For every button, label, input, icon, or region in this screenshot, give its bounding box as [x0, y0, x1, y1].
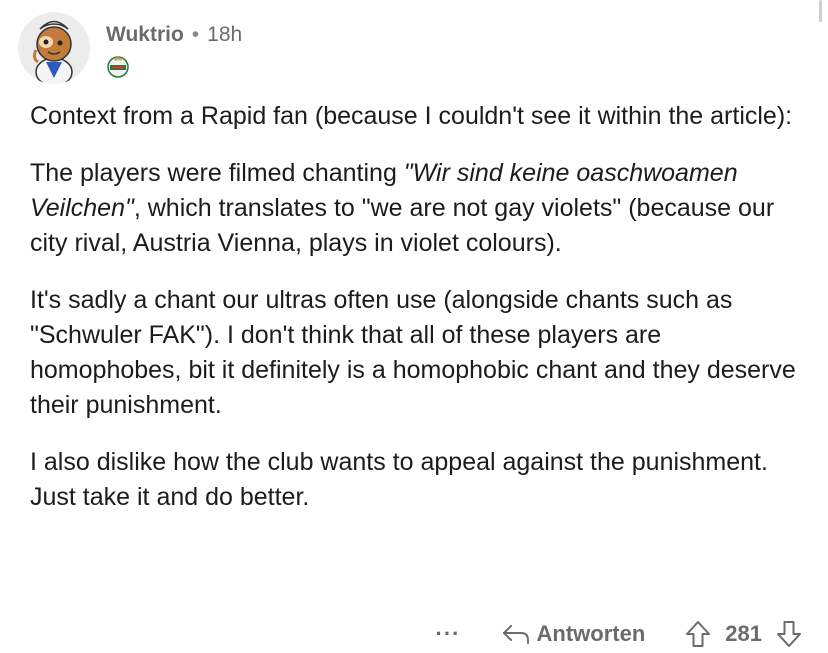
user-flair	[106, 54, 130, 78]
author-block: Wuktrio • 18h	[106, 22, 242, 78]
downvote-arrow-icon	[777, 621, 801, 647]
comment-body: Context from a Rapid fan (because I coul…	[30, 99, 810, 537]
vote-score: 281	[725, 621, 762, 646]
reply-arrow-icon	[502, 625, 529, 644]
comment-age: 18h	[207, 23, 243, 46]
rapid-crest-icon	[107, 55, 129, 78]
comment-header: Wuktrio • 18h	[18, 12, 242, 84]
snoo-avatar-icon	[18, 12, 90, 84]
meta-separator: •	[191, 23, 200, 46]
more-options-button[interactable]: ···	[436, 621, 461, 647]
reply-button[interactable]: Antworten	[501, 621, 646, 647]
scrollbar[interactable]	[819, 0, 822, 22]
comment-paragraph: I also dislike how the club wants to app…	[30, 448, 768, 511]
comment-paragraph: The players were filmed chanting "Wir si…	[30, 156, 810, 261]
comment-actions: ··· Antworten 281	[436, 620, 802, 648]
paragraph-text: The players were filmed chanting	[30, 159, 404, 187]
upvote-button[interactable]	[685, 620, 711, 648]
comment-paragraph: Context from a Rapid fan (because I coul…	[30, 102, 793, 130]
upvote-arrow-icon	[686, 621, 711, 647]
user-avatar[interactable]	[18, 12, 90, 84]
paragraph-text: , which translates to "we are not gay vi…	[30, 194, 775, 257]
author-line: Wuktrio • 18h	[106, 22, 242, 48]
reply-label: Antworten	[536, 621, 646, 646]
vote-controls: 281	[685, 620, 802, 648]
username-link[interactable]: Wuktrio	[106, 22, 184, 48]
comment-paragraph: It's sadly a chant our ultras often use …	[30, 286, 796, 419]
downvote-button[interactable]	[776, 620, 802, 648]
